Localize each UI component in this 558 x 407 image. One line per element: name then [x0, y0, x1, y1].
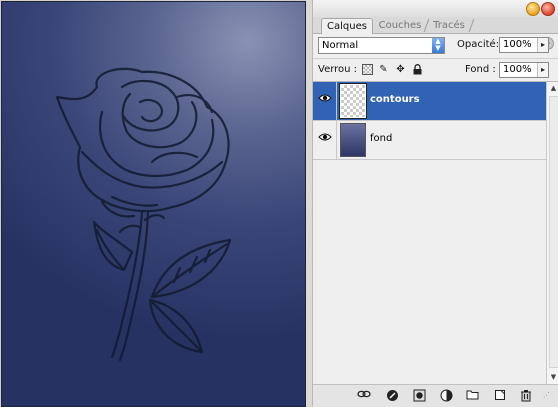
scroll-up-icon[interactable]: ▲ [547, 82, 558, 95]
panel-bottom-toolbar: ⋰ [313, 384, 558, 407]
mask-icon[interactable] [412, 389, 426, 403]
chevron-updown-icon[interactable]: ▲ ▼ [432, 38, 444, 53]
tab-separator [468, 19, 475, 32]
layer-name[interactable]: contours [370, 94, 420, 105]
divider [336, 82, 337, 120]
tab-traces[interactable]: Tracés [429, 18, 469, 33]
eye-icon[interactable] [316, 91, 334, 109]
layer-row-contours[interactable]: contours [313, 82, 546, 121]
lock-label: Verrou : [318, 64, 358, 75]
layer-row-fond[interactable]: fond [313, 121, 546, 160]
new-layer-icon[interactable] [493, 389, 507, 403]
panel-tabs: Calques Couches Tracés ▶ [313, 17, 558, 50]
lock-transparency-icon[interactable] [362, 64, 373, 75]
layers-list: contours fond [313, 82, 546, 382]
panel-titlebar[interactable] [313, 0, 558, 17]
rose-outline-drawing [55, 67, 232, 362]
fill-label: Fond : [465, 64, 496, 75]
resize-grip-icon[interactable]: ⋰ [543, 391, 553, 401]
close-icon[interactable] [541, 2, 555, 16]
eye-icon[interactable] [316, 130, 334, 148]
lock-all-icon[interactable] [412, 64, 423, 75]
blend-row: Normal ▲ ▼ Opacité: 100% ▸ [313, 34, 558, 59]
group-folder-icon[interactable] [465, 389, 479, 403]
lock-move-icon[interactable]: ✥ [395, 64, 406, 75]
opacity-value: 100% [503, 39, 532, 50]
opacity-label: Opacité: [457, 39, 500, 50]
adjustment-icon[interactable] [439, 389, 453, 403]
layers-panel: Calques Couches Tracés ▶ Normal ▲▼ Opaci… [312, 0, 558, 407]
styles-icon[interactable] [385, 389, 399, 403]
minimize-icon[interactable] [526, 2, 540, 16]
lock-brush-icon[interactable]: ✎ [378, 64, 389, 75]
fill-value: 100% [503, 64, 532, 75]
layer-thumbnail [339, 83, 367, 119]
blend-mode-select[interactable]: Normal ▲ ▼ [318, 37, 445, 54]
layers-scrollbar[interactable]: ▲ ▼ [546, 82, 558, 384]
layer-thumbnail [340, 123, 366, 157]
scroll-down-icon[interactable]: ▼ [547, 371, 558, 384]
scroll-thumb[interactable] [549, 96, 558, 368]
trash-icon[interactable] [519, 389, 533, 403]
divider [336, 121, 337, 159]
link-icon[interactable] [357, 389, 371, 403]
lock-row: Verrou : ✎ ✥ Fond : 100% ▸ [313, 59, 558, 82]
blend-mode-value: Normal [322, 40, 359, 51]
layer-name[interactable]: fond [370, 133, 392, 144]
fill-arrow-icon[interactable]: ▸ [537, 63, 548, 77]
tab-calques[interactable]: Calques [321, 18, 373, 34]
tab-couches[interactable]: Couches [375, 18, 425, 33]
opacity-arrow-icon[interactable]: ▸ [537, 38, 548, 52]
document-canvas[interactable] [1, 1, 306, 407]
